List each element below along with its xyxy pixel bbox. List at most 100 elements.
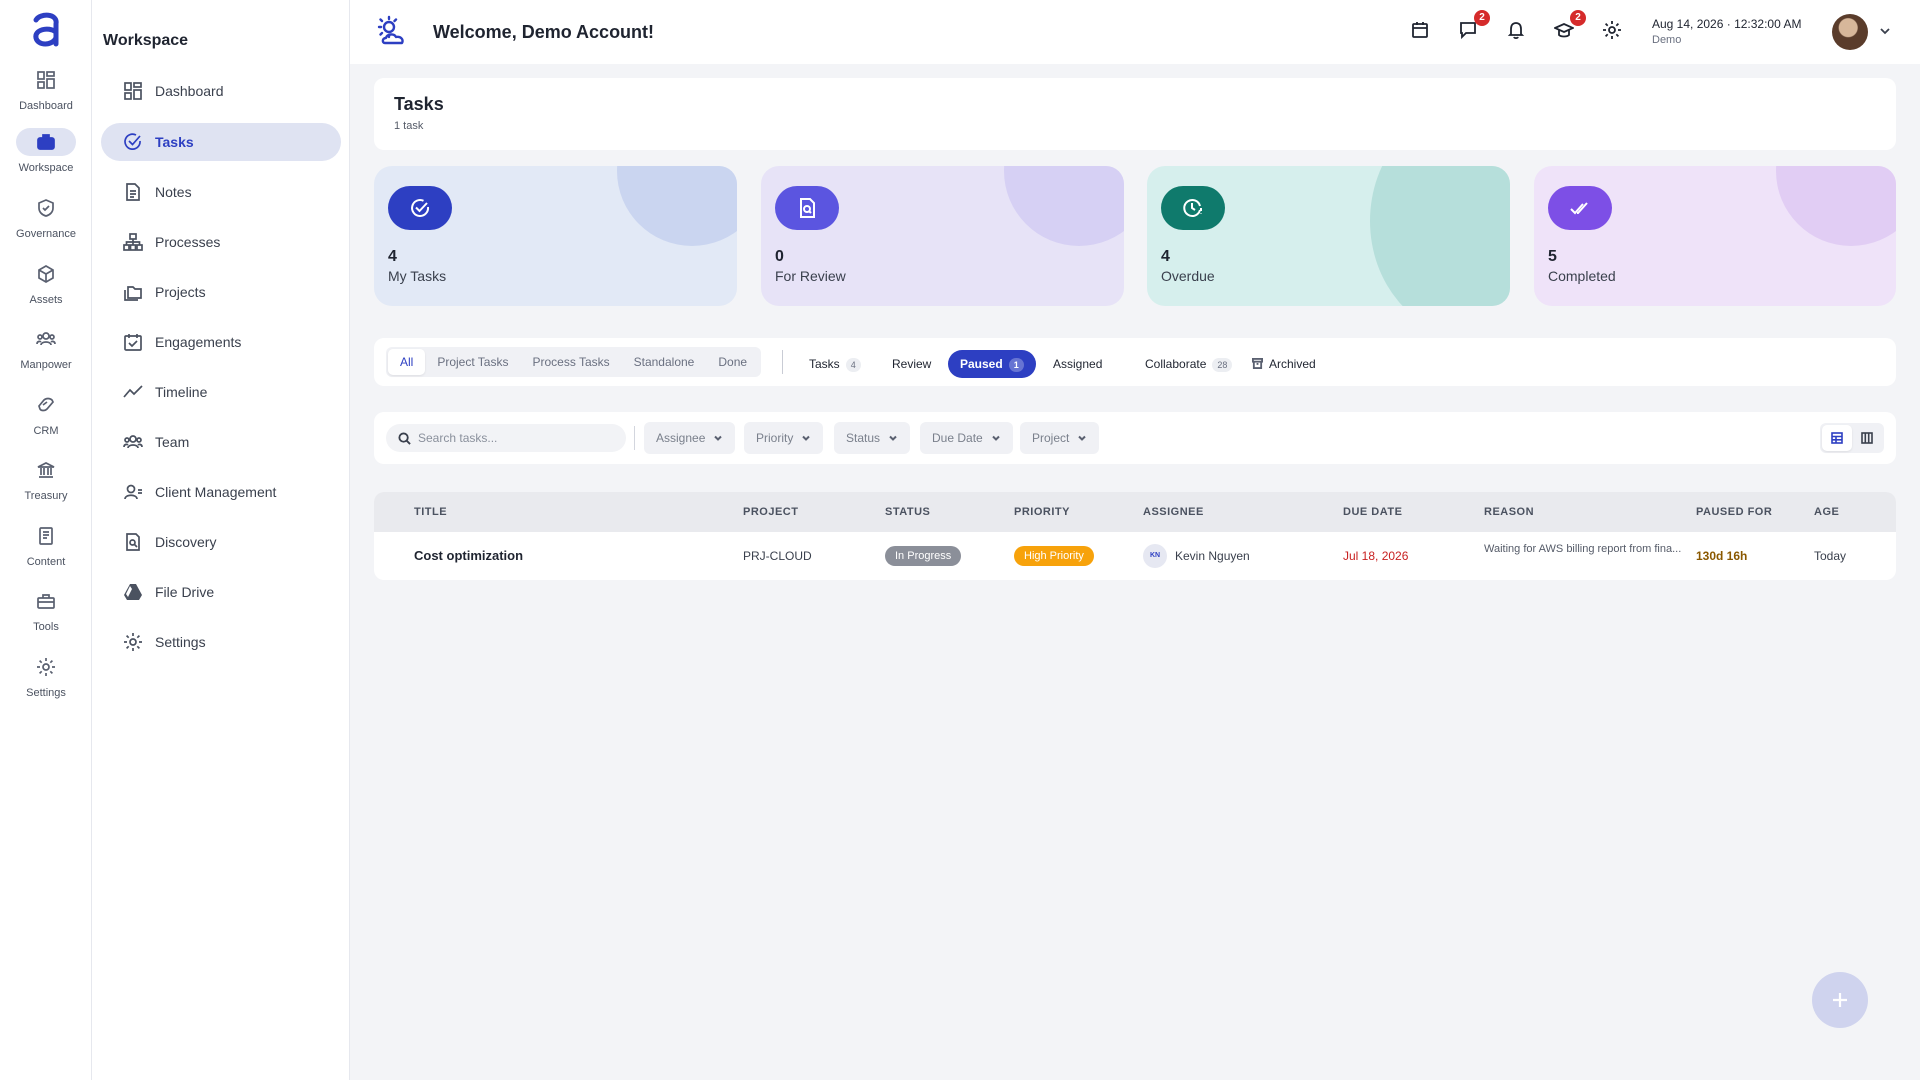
filter-status[interactable]: Status [834, 422, 911, 454]
divider [782, 350, 783, 374]
rail-label: Content [26, 556, 66, 568]
rail-item-workspace[interactable]: Workspace [0, 128, 92, 174]
shield-check-icon [38, 199, 54, 217]
check-circle-icon [124, 133, 141, 150]
filter-assignee[interactable]: Assignee [644, 422, 736, 454]
stat-icon-badge [1161, 186, 1225, 230]
tab-archived[interactable]: Archived [1240, 350, 1328, 378]
sidebar-item-notes[interactable]: Notes [101, 173, 341, 211]
bell-icon [1507, 22, 1525, 40]
sidebar-item-dashboard[interactable]: Dashboard [101, 72, 341, 110]
pause-reason: Waiting for AWS billing report from fina… [1484, 543, 1682, 555]
column-header-reason[interactable]: REASON [1484, 506, 1534, 518]
stat-card-overdue[interactable]: 4 Overdue [1147, 166, 1510, 306]
column-header-priority[interactable]: PRIORITY [1014, 506, 1070, 518]
calendar-button[interactable] [1410, 20, 1434, 44]
sidebar-item-file-drive[interactable]: File Drive [101, 573, 341, 611]
stat-card-for-review[interactable]: 0 For Review [761, 166, 1124, 306]
column-header-paused-for[interactable]: PAUSED FOR [1696, 506, 1772, 518]
sidebar-item-projects[interactable]: Projects [101, 273, 341, 311]
chevron-down-icon [714, 435, 723, 441]
rail-item-dashboard[interactable]: Dashboard [0, 66, 92, 112]
chat-button[interactable]: 2 [1458, 10, 1490, 44]
sidebar-item-settings[interactable]: Settings [101, 623, 341, 661]
column-header-status[interactable]: STATUS [885, 506, 930, 518]
assignee-name: Kevin Nguyen [1175, 549, 1250, 563]
task-type-segmented-control: All Project Tasks Process Tasks Standalo… [386, 347, 762, 377]
tab-assigned[interactable]: Assigned [1041, 350, 1114, 378]
column-header-project[interactable]: PROJECT [743, 506, 798, 518]
sidebar-item-discovery[interactable]: Discovery [101, 523, 341, 561]
table-row[interactable]: Cost optimization PRJ-CLOUD In Progress … [374, 532, 1896, 580]
board-view-button[interactable] [1852, 425, 1882, 451]
filter-due-date[interactable]: Due Date [920, 422, 1013, 454]
settings-button[interactable] [1602, 20, 1626, 44]
sidebar-item-processes[interactable]: Processes [101, 223, 341, 261]
segment-project-tasks[interactable]: Project Tasks [425, 349, 520, 375]
sidebar-item-engagements[interactable]: Engagements [101, 323, 341, 361]
rail-label: Manpower [20, 359, 72, 371]
sidebar-item-client-management[interactable]: Client Management [101, 473, 341, 511]
rail-item-governance[interactable]: Governance [0, 194, 92, 240]
chevron-down-icon[interactable] [1878, 24, 1892, 38]
stat-card-completed[interactable]: 5 Completed [1534, 166, 1896, 306]
learning-button[interactable]: 2 [1552, 10, 1586, 44]
sidebar-item-timeline[interactable]: Timeline [101, 373, 341, 411]
notifications-button[interactable] [1506, 20, 1530, 44]
decorative-blob [617, 166, 737, 246]
search-input[interactable] [418, 431, 608, 445]
segment-standalone[interactable]: Standalone [622, 349, 707, 375]
user-avatar[interactable] [1832, 14, 1868, 50]
columns-icon [1861, 432, 1873, 444]
rail-item-crm[interactable]: CRM [0, 391, 92, 437]
calendar-icon [1412, 22, 1428, 38]
column-header-age[interactable]: AGE [1814, 506, 1839, 518]
rail-item-treasury[interactable]: Treasury [0, 456, 92, 502]
table-view-button[interactable] [1822, 425, 1852, 451]
sidebar-item-team[interactable]: Team [101, 423, 341, 461]
task-title[interactable]: Cost optimization [414, 548, 523, 563]
datetime-display: Aug 14, 2026 · 12:32:00 AM Demo [1652, 17, 1801, 46]
rail-item-tools[interactable]: Tools [0, 587, 92, 633]
decorative-blob [1004, 166, 1124, 246]
view-toggle [1820, 423, 1884, 453]
segment-process-tasks[interactable]: Process Tasks [520, 349, 621, 375]
tab-tasks[interactable]: Tasks 4 [797, 350, 873, 378]
sidebar-item-label: Discovery [155, 534, 217, 550]
rail-label: Settings [26, 687, 66, 699]
trend-line-icon [123, 385, 143, 398]
app-logo-icon[interactable] [28, 10, 64, 50]
column-header-title[interactable]: TITLE [414, 506, 447, 518]
dashboard-icon [37, 71, 55, 89]
table-icon [1831, 432, 1843, 444]
segment-all[interactable]: All [388, 349, 426, 375]
segment-done[interactable]: Done [706, 349, 759, 375]
rail-label: Assets [29, 294, 63, 306]
rail-item-assets[interactable]: Assets [0, 260, 92, 306]
tab-paused[interactable]: Paused 1 [948, 350, 1036, 378]
sidebar-item-label: File Drive [155, 584, 215, 600]
column-header-due-date[interactable]: DUE DATE [1343, 506, 1402, 518]
double-check-icon [1570, 202, 1588, 215]
rail-item-manpower[interactable]: Manpower [0, 325, 92, 371]
note-icon [126, 183, 140, 201]
tab-review[interactable]: Review [880, 350, 943, 378]
sidebar-item-tasks[interactable]: Tasks [101, 123, 341, 161]
chat-badge: 2 [1474, 10, 1490, 26]
filter-priority[interactable]: Priority [744, 422, 824, 454]
gear-icon [37, 658, 55, 676]
sidebar-item-label: Processes [155, 234, 221, 250]
stat-card-my-tasks[interactable]: 4 My Tasks [374, 166, 737, 306]
page-header: Tasks 1 task [374, 78, 1896, 150]
rail-item-settings[interactable]: Settings [0, 653, 92, 699]
filter-project[interactable]: Project [1020, 422, 1100, 454]
rail-item-content[interactable]: Content [0, 522, 92, 568]
column-header-assignee[interactable]: ASSIGNEE [1143, 506, 1204, 518]
add-task-button[interactable] [1812, 972, 1868, 1028]
filter-label: Priority [756, 431, 794, 445]
search-doc-icon [126, 533, 140, 551]
tab-collaborate[interactable]: Collaborate 28 [1133, 350, 1244, 378]
stat-value: 4 [1161, 248, 1170, 265]
due-date: Jul 18, 2026 [1343, 549, 1409, 563]
check-circle-icon [411, 199, 430, 218]
